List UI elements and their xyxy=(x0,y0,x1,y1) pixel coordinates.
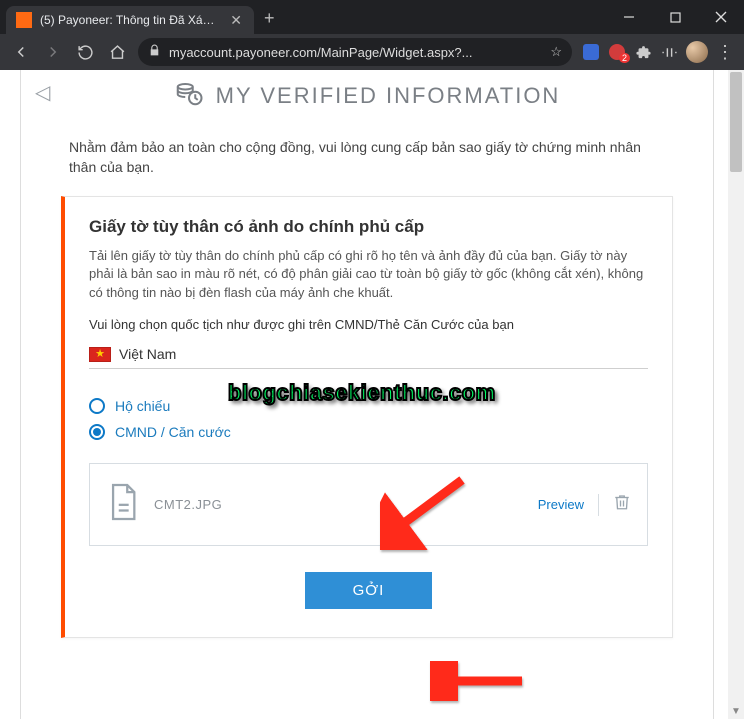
scroll-down-icon[interactable]: ▼ xyxy=(728,703,744,719)
radio-passport[interactable]: Hộ chiếu xyxy=(89,393,648,419)
file-name: CMT2.JPG xyxy=(154,497,524,512)
lock-icon xyxy=(148,44,161,60)
country-name: Việt Nam xyxy=(119,346,176,362)
doc-type-radios: Hộ chiếu CMND / Căn cước xyxy=(89,393,648,445)
browser-tab[interactable]: (5) Payoneer: Thông tin Đã Xác m ✕ xyxy=(6,6,254,34)
divider xyxy=(598,494,599,516)
document-icon xyxy=(106,482,140,527)
card-heading: Giấy tờ tùy thân có ảnh do chính phủ cấp xyxy=(89,217,648,237)
media-control-icon[interactable] xyxy=(660,43,678,61)
nav-forward-button[interactable] xyxy=(38,37,68,67)
browser-menu-icon[interactable]: ⋮ xyxy=(716,43,734,61)
window-controls xyxy=(606,0,744,34)
nav-back-button[interactable] xyxy=(6,37,36,67)
minimize-button[interactable] xyxy=(606,0,652,34)
browser-toolbar: myaccount.payoneer.com/MainPage/Widget.a… xyxy=(0,34,744,70)
page-viewport: ◁ MY VERIFIED INFORMATION Nhằm đảm bảo a… xyxy=(0,70,744,719)
maximize-button[interactable] xyxy=(652,0,698,34)
window-titlebar: (5) Payoneer: Thông tin Đã Xác m ✕ + xyxy=(0,0,744,34)
preview-link[interactable]: Preview xyxy=(538,497,584,512)
radio-label: CMND / Căn cước xyxy=(115,424,231,440)
extensions-puzzle-icon[interactable] xyxy=(634,43,652,61)
bookmark-star-icon[interactable]: ☆ xyxy=(550,44,562,60)
page-title: MY VERIFIED INFORMATION xyxy=(216,83,561,109)
delete-file-button[interactable] xyxy=(613,492,631,517)
page-header: ◁ MY VERIFIED INFORMATION xyxy=(21,70,713,129)
card-description: Tải lên giấy tờ tùy thân do chính phủ cấ… xyxy=(89,247,648,304)
uploaded-file-box: CMT2.JPG Preview xyxy=(89,463,648,546)
radio-label: Hộ chiếu xyxy=(115,398,170,414)
intro-text: Nhằm đảm bảo an toàn cho cộng đồng, vui … xyxy=(21,129,713,196)
extensions-area: 2 ⋮ xyxy=(578,41,738,63)
page-content: ◁ MY VERIFIED INFORMATION Nhằm đảm bảo a… xyxy=(20,70,714,719)
radio-idcard[interactable]: CMND / Căn cước xyxy=(89,419,648,445)
id-upload-card: Giấy tờ tùy thân có ảnh do chính phủ cấp… xyxy=(61,196,673,639)
close-tab-icon[interactable]: ✕ xyxy=(226,12,246,29)
favicon-icon xyxy=(16,12,32,28)
tab-title: (5) Payoneer: Thông tin Đã Xác m xyxy=(40,13,218,27)
nationality-label: Vui lòng chọn quốc tịch như được ghi trê… xyxy=(89,317,648,332)
country-select[interactable]: Việt Nam xyxy=(89,342,648,369)
submit-button[interactable]: GỞI xyxy=(305,572,433,609)
scrollbar-thumb[interactable] xyxy=(730,72,742,172)
profile-avatar[interactable] xyxy=(686,41,708,63)
address-bar[interactable]: myaccount.payoneer.com/MainPage/Widget.a… xyxy=(138,38,572,66)
new-tab-button[interactable]: + xyxy=(254,0,285,34)
back-triangle-icon[interactable]: ◁ xyxy=(35,80,50,105)
radio-icon xyxy=(89,424,105,440)
extension-icon[interactable]: 2 xyxy=(608,43,626,61)
scrollbar-track[interactable]: ▲ ▼ xyxy=(728,70,744,719)
reload-button[interactable] xyxy=(70,37,100,67)
vietnam-flag-icon xyxy=(89,347,111,362)
coins-icon xyxy=(174,78,204,113)
extension-icon[interactable] xyxy=(582,43,600,61)
url-text: myaccount.payoneer.com/MainPage/Widget.a… xyxy=(169,45,542,60)
close-window-button[interactable] xyxy=(698,0,744,34)
radio-icon xyxy=(89,398,105,414)
home-button[interactable] xyxy=(102,37,132,67)
